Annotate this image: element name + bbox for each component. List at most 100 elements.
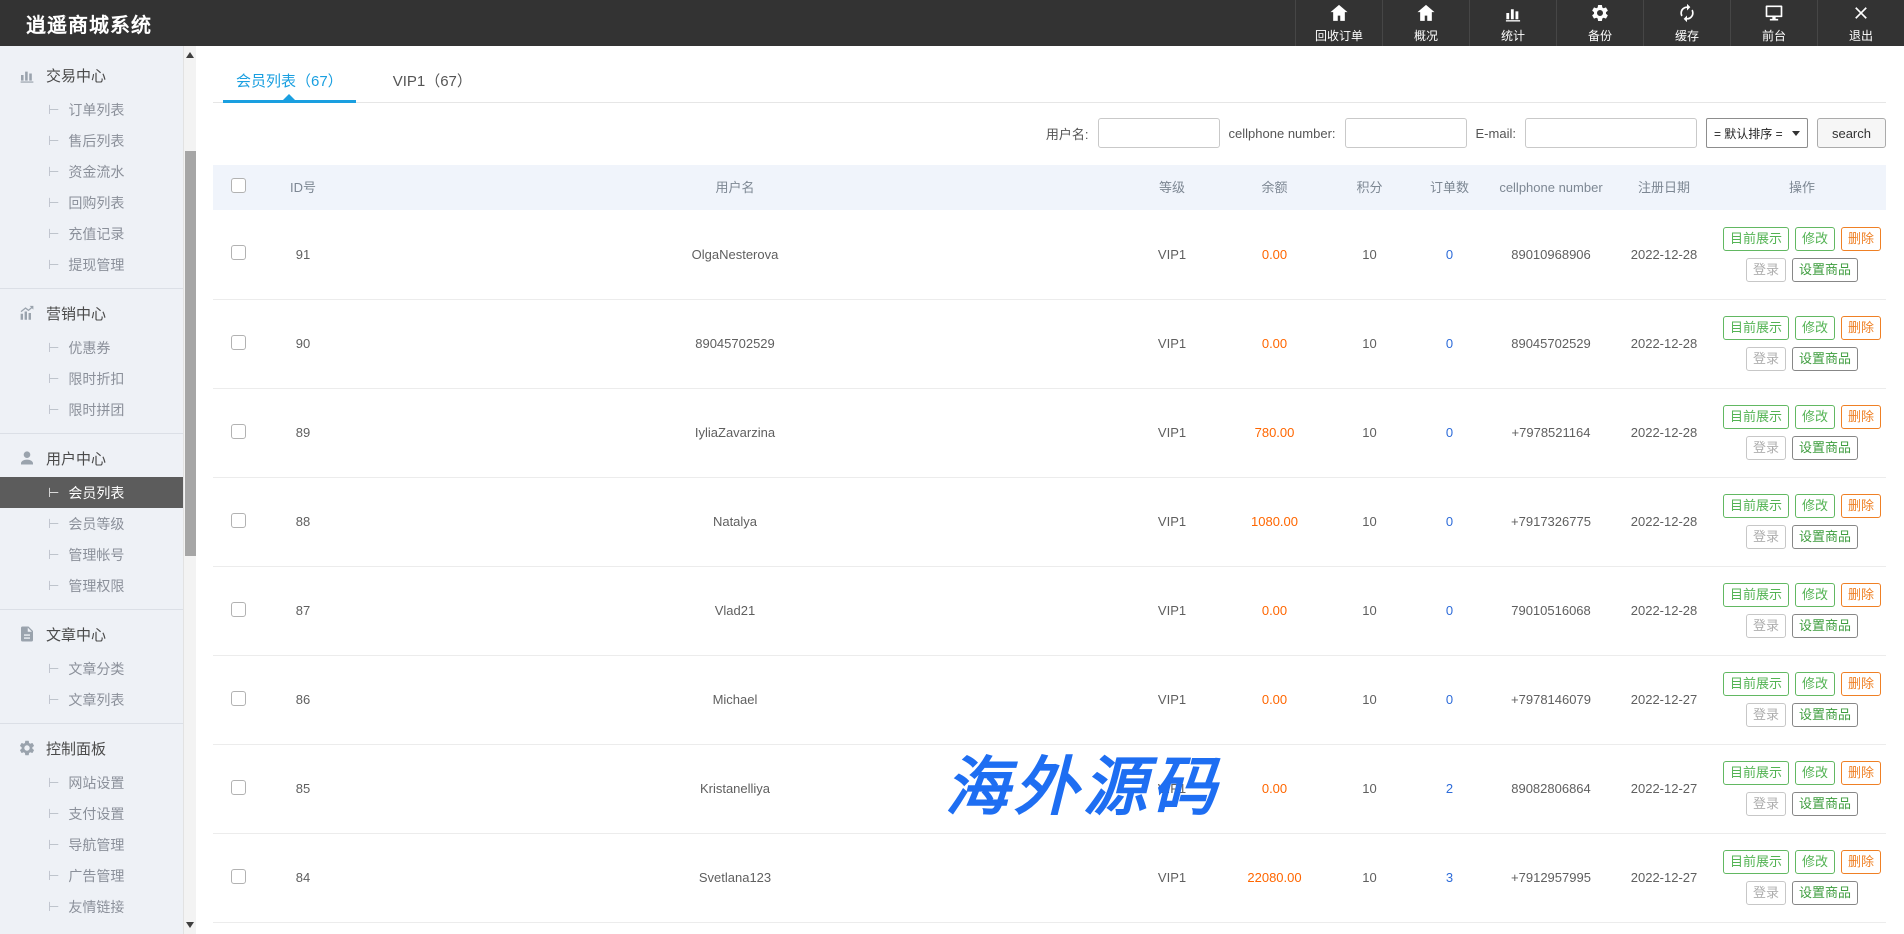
row-checkbox[interactable] [231, 335, 246, 350]
edit-button[interactable]: 修改 [1795, 583, 1835, 607]
member-orders-link[interactable]: 0 [1446, 247, 1453, 262]
delete-button[interactable]: 删除 [1841, 405, 1881, 429]
set-goods-button[interactable]: 设置商品 [1792, 881, 1858, 905]
cellphone-input[interactable] [1345, 118, 1467, 148]
login-button[interactable]: 登录 [1746, 347, 1786, 371]
sidebar-item[interactable]: ⊢支付设置 [0, 798, 183, 829]
email-input[interactable] [1525, 118, 1697, 148]
show-button[interactable]: 目前展示 [1723, 850, 1789, 874]
show-button[interactable]: 目前展示 [1723, 405, 1789, 429]
tab-member-list[interactable]: 会员列表（67） [223, 58, 356, 102]
edit-button[interactable]: 修改 [1795, 761, 1835, 785]
sidebar-item[interactable]: ⊢提现管理 [0, 249, 183, 280]
login-button[interactable]: 登录 [1746, 525, 1786, 549]
set-goods-button[interactable]: 设置商品 [1792, 614, 1858, 638]
member-orders-link[interactable]: 2 [1446, 781, 1453, 796]
row-checkbox[interactable] [231, 780, 246, 795]
select-all-checkbox[interactable] [231, 178, 246, 193]
set-goods-button[interactable]: 设置商品 [1792, 703, 1858, 727]
scroll-down-icon[interactable] [186, 922, 194, 928]
sort-select[interactable]: = 默认排序 = [1706, 118, 1808, 148]
edit-button[interactable]: 修改 [1795, 316, 1835, 340]
login-button[interactable]: 登录 [1746, 881, 1786, 905]
topbar-item-recycle-orders[interactable]: 回收订单 [1295, 0, 1382, 46]
show-button[interactable]: 目前展示 [1723, 316, 1789, 340]
sidebar-item[interactable]: ⊢会员等级 [0, 508, 183, 539]
sidebar-item[interactable]: ⊢限时拼团 [0, 394, 183, 425]
sidebar-item[interactable]: ⊢管理权限 [0, 570, 183, 601]
topbar-item-backup[interactable]: 备份 [1556, 0, 1643, 46]
show-button[interactable]: 目前展示 [1723, 227, 1789, 251]
scrollbar-thumb[interactable] [185, 151, 196, 556]
sidebar-item[interactable]: ⊢广告管理 [0, 860, 183, 891]
row-checkbox[interactable] [231, 691, 246, 706]
tab-vip1[interactable]: VIP1（67） [380, 58, 485, 102]
login-button[interactable]: 登录 [1746, 614, 1786, 638]
username-input[interactable] [1098, 118, 1220, 148]
topbar-item-statistics[interactable]: 统计 [1469, 0, 1556, 46]
member-orders-link[interactable]: 0 [1446, 425, 1453, 440]
delete-button[interactable]: 删除 [1841, 494, 1881, 518]
topbar-item-overview[interactable]: 概况 [1382, 0, 1469, 46]
delete-button[interactable]: 删除 [1841, 850, 1881, 874]
row-checkbox[interactable] [231, 424, 246, 439]
show-button[interactable]: 目前展示 [1723, 761, 1789, 785]
edit-button[interactable]: 修改 [1795, 227, 1835, 251]
sidebar-item[interactable]: ⊢限时折扣 [0, 363, 183, 394]
sidebar-item[interactable]: ⊢管理帐号 [0, 539, 183, 570]
set-goods-button[interactable]: 设置商品 [1792, 258, 1858, 282]
login-button[interactable]: 登录 [1746, 792, 1786, 816]
edit-button[interactable]: 修改 [1795, 672, 1835, 696]
sidebar-item[interactable]: ⊢资金流水 [0, 156, 183, 187]
sidebar-item[interactable]: ⊢售后列表 [0, 125, 183, 156]
sidebar-item[interactable]: ⊢优惠券 [0, 332, 183, 363]
set-goods-button[interactable]: 设置商品 [1792, 525, 1858, 549]
sidebar-item[interactable]: ⊢文章分类 [0, 653, 183, 684]
delete-button[interactable]: 删除 [1841, 761, 1881, 785]
member-orders-link[interactable]: 3 [1446, 870, 1453, 885]
sidebar-item[interactable]: ⊢订单列表 [0, 94, 183, 125]
topbar-item-frontend[interactable]: 前台 [1730, 0, 1817, 46]
login-button[interactable]: 登录 [1746, 703, 1786, 727]
member-orders-link[interactable]: 0 [1446, 514, 1453, 529]
show-button[interactable]: 目前展示 [1723, 672, 1789, 696]
sidebar-item[interactable]: ⊢文章列表 [0, 684, 183, 715]
sidebar-section-header[interactable]: 交易中心 [0, 56, 183, 94]
delete-button[interactable]: 删除 [1841, 583, 1881, 607]
set-goods-button[interactable]: 设置商品 [1792, 436, 1858, 460]
row-checkbox[interactable] [231, 602, 246, 617]
topbar-item-cache[interactable]: 缓存 [1643, 0, 1730, 46]
show-button[interactable]: 目前展示 [1723, 583, 1789, 607]
sidebar-item[interactable]: ⊢友情链接 [0, 891, 183, 922]
sidebar-section-header[interactable]: 营销中心 [0, 294, 183, 332]
row-checkbox[interactable] [231, 245, 246, 260]
sidebar-section-header[interactable]: 控制面板 [0, 729, 183, 767]
scroll-up-icon[interactable] [186, 52, 194, 58]
login-button[interactable]: 登录 [1746, 258, 1786, 282]
member-orders-link[interactable]: 0 [1446, 603, 1453, 618]
sidebar-section-header[interactable]: 文章中心 [0, 615, 183, 653]
sidebar-item[interactable]: ⊢导航管理 [0, 829, 183, 860]
set-goods-button[interactable]: 设置商品 [1792, 347, 1858, 371]
sidebar-item[interactable]: ⊢会员列表 [0, 477, 183, 508]
sidebar-scrollbar[interactable] [183, 46, 196, 934]
login-button[interactable]: 登录 [1746, 436, 1786, 460]
search-button[interactable]: search [1817, 118, 1886, 148]
topbar-item-logout[interactable]: 退出 [1817, 0, 1904, 46]
show-button[interactable]: 目前展示 [1723, 494, 1789, 518]
delete-button[interactable]: 删除 [1841, 316, 1881, 340]
row-checkbox[interactable] [231, 513, 246, 528]
edit-button[interactable]: 修改 [1795, 405, 1835, 429]
set-goods-button[interactable]: 设置商品 [1792, 792, 1858, 816]
sidebar-item[interactable]: ⊢回购列表 [0, 187, 183, 218]
member-orders-link[interactable]: 0 [1446, 336, 1453, 351]
delete-button[interactable]: 删除 [1841, 227, 1881, 251]
member-orders-link[interactable]: 0 [1446, 692, 1453, 707]
edit-button[interactable]: 修改 [1795, 494, 1835, 518]
sidebar-item[interactable]: ⊢充值记录 [0, 218, 183, 249]
edit-button[interactable]: 修改 [1795, 850, 1835, 874]
sidebar-section-header[interactable]: 用户中心 [0, 439, 183, 477]
row-checkbox[interactable] [231, 869, 246, 884]
delete-button[interactable]: 删除 [1841, 672, 1881, 696]
sidebar-item[interactable]: ⊢网站设置 [0, 767, 183, 798]
